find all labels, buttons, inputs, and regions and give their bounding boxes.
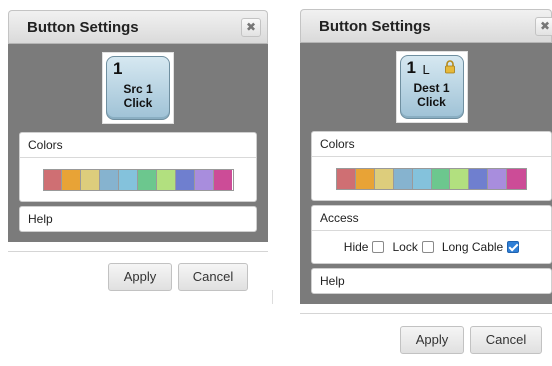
color-swatch[interactable] xyxy=(469,169,489,189)
access-panel: Access Hide Lock Long Cable xyxy=(311,205,552,264)
button-label: Src 1 Click xyxy=(107,82,169,110)
help-header[interactable]: Help xyxy=(312,269,551,293)
button-label: Dest 1 Click xyxy=(401,81,463,109)
color-swatch[interactable] xyxy=(138,170,157,190)
button-settings-dialog-src: Button Settings ✖ 1 Src 1 Click Colors H… xyxy=(8,10,268,304)
color-swatch[interactable] xyxy=(337,169,356,189)
color-swatch[interactable] xyxy=(374,169,394,189)
long-cable-checkbox[interactable] xyxy=(507,241,520,253)
color-swatch[interactable] xyxy=(62,170,82,190)
dialog-body: 1 Src 1 Click Colors Help xyxy=(8,44,268,242)
lock-label: Lock xyxy=(392,240,418,254)
button-preview: 1 Src 1 Click xyxy=(102,52,174,124)
dialog-title: Button Settings xyxy=(27,19,139,36)
color-palette xyxy=(42,169,234,191)
help-header[interactable]: Help xyxy=(20,207,256,231)
button-label-line1: Src 1 xyxy=(123,82,153,96)
dialog-footer: Apply Cancel xyxy=(8,251,268,304)
close-icon[interactable]: ✖ xyxy=(241,18,261,37)
hide-label: Hide xyxy=(343,240,369,254)
cancel-button[interactable]: Cancel xyxy=(470,326,542,354)
access-header[interactable]: Access xyxy=(312,206,551,231)
color-swatch[interactable] xyxy=(194,170,214,190)
dialog-footer: Apply Cancel xyxy=(300,313,552,366)
long-cable-option[interactable]: Long Cable xyxy=(441,240,520,254)
apply-button[interactable]: Apply xyxy=(400,326,464,354)
color-swatch[interactable] xyxy=(175,170,195,190)
cancel-button[interactable]: Cancel xyxy=(178,263,248,291)
hide-checkbox[interactable] xyxy=(372,241,385,253)
apply-button[interactable]: Apply xyxy=(108,263,172,291)
button-suffix: L xyxy=(422,62,430,77)
button-settings-dialog-dest: Button Settings ✖ 1 L Dest 1 Click Color… xyxy=(300,9,552,366)
button-label-line2: Click xyxy=(417,95,446,109)
long-cable-label: Long Cable xyxy=(441,240,504,254)
color-swatch[interactable] xyxy=(213,170,233,190)
access-options: Hide Lock Long Cable xyxy=(312,231,551,263)
lock-icon xyxy=(444,60,455,74)
close-icon[interactable]: ✖ xyxy=(535,17,552,36)
button-preview: 1 L Dest 1 Click xyxy=(395,51,468,123)
color-swatch[interactable] xyxy=(393,169,413,189)
color-swatch[interactable] xyxy=(156,170,176,190)
color-palette xyxy=(336,168,527,190)
colors-header[interactable]: Colors xyxy=(20,133,256,158)
color-swatch[interactable] xyxy=(507,169,526,189)
help-panel: Help xyxy=(19,206,257,232)
color-swatch[interactable] xyxy=(100,170,120,190)
button-label-line2: Click xyxy=(123,96,153,110)
dialog-titlebar[interactable]: Button Settings ✖ xyxy=(8,10,268,44)
lock-option[interactable]: Lock xyxy=(392,240,434,254)
color-swatch[interactable] xyxy=(412,169,432,189)
button-label-line1: Dest 1 xyxy=(413,81,450,95)
color-swatch[interactable] xyxy=(119,170,139,190)
color-swatch[interactable] xyxy=(81,170,101,190)
lock-checkbox[interactable] xyxy=(421,241,434,253)
color-swatch[interactable] xyxy=(450,169,470,189)
color-swatch[interactable] xyxy=(488,169,508,189)
color-swatch[interactable] xyxy=(355,169,375,189)
button-number: 1 xyxy=(113,59,123,78)
help-panel: Help xyxy=(311,268,552,294)
button-key-preview[interactable]: 1 Src 1 Click xyxy=(106,56,170,120)
colors-panel: Colors xyxy=(311,131,552,201)
button-key-preview[interactable]: 1 L Dest 1 Click xyxy=(399,55,464,119)
dialog-body: 1 L Dest 1 Click Colors Access Hide Lock… xyxy=(300,43,552,304)
colors-header[interactable]: Colors xyxy=(312,132,551,157)
dialog-titlebar[interactable]: Button Settings ✖ xyxy=(300,9,552,43)
color-swatch[interactable] xyxy=(43,170,63,190)
button-number: 1 xyxy=(406,58,416,77)
dialog-title: Button Settings xyxy=(319,18,431,35)
divider xyxy=(272,290,273,304)
colors-panel: Colors xyxy=(19,132,257,202)
color-swatch[interactable] xyxy=(431,169,451,189)
hide-option[interactable]: Hide xyxy=(344,240,385,254)
